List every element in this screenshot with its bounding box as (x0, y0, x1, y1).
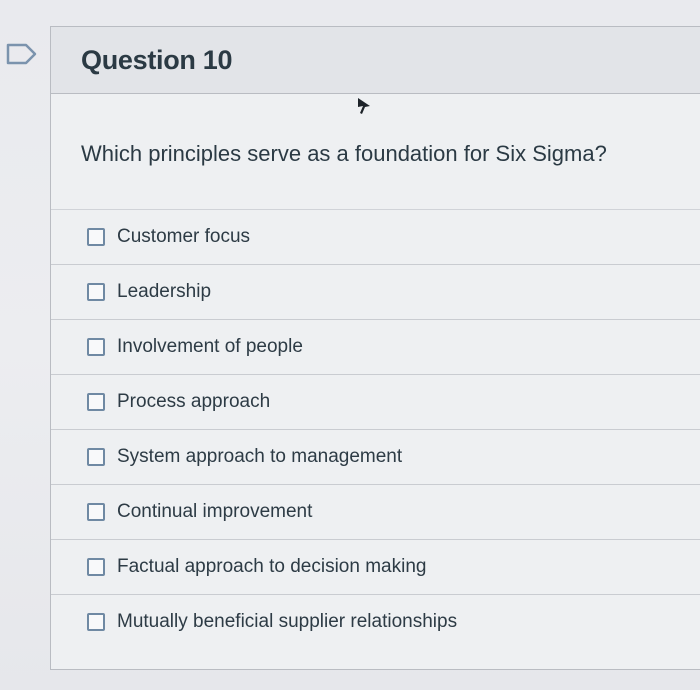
answer-label: Leadership (117, 281, 212, 302)
answer-label: System approach to management (117, 446, 403, 467)
mouse-pointer-icon (358, 98, 370, 114)
checkbox-icon[interactable] (87, 393, 105, 411)
question-card: Question 10 Which principles serve as a … (50, 26, 700, 670)
answer-label: Process approach (117, 391, 271, 412)
checkbox-icon[interactable] (87, 503, 105, 521)
answer-option-4[interactable]: Process approach (51, 374, 700, 429)
answer-option-2[interactable]: Leadership (51, 264, 700, 319)
answer-label: Continual improvement (117, 501, 313, 522)
flag-icon[interactable] (6, 42, 38, 66)
checkbox-icon[interactable] (87, 228, 105, 246)
answer-option-7[interactable]: Factual approach to decision making (51, 539, 700, 594)
checkbox-icon[interactable] (87, 338, 105, 356)
question-prompt: Which principles serve as a foundation f… (81, 141, 607, 166)
checkbox-icon[interactable] (87, 613, 105, 631)
checkbox-icon[interactable] (87, 558, 105, 576)
answer-label: Involvement of people (117, 336, 303, 357)
answer-option-6[interactable]: Continual improvement (51, 484, 700, 539)
answer-label: Customer focus (117, 226, 251, 247)
checkbox-icon[interactable] (87, 283, 105, 301)
answer-label: Factual approach to decision making (117, 556, 427, 577)
answer-option-5[interactable]: System approach to management (51, 429, 700, 484)
answer-option-3[interactable]: Involvement of people (51, 319, 700, 374)
screen: Question 10 Which principles serve as a … (0, 0, 700, 690)
question-title: Question 10 (81, 44, 233, 75)
question-header: Question 10 (51, 27, 700, 94)
answer-option-8[interactable]: Mutually beneficial supplier relationshi… (51, 594, 700, 649)
checkbox-icon[interactable] (87, 448, 105, 466)
answer-label: Mutually beneficial supplier relationshi… (117, 611, 458, 632)
answer-list: Customer focus Leadership Involvement of… (51, 209, 700, 649)
answer-option-1[interactable]: Customer focus (51, 209, 700, 264)
